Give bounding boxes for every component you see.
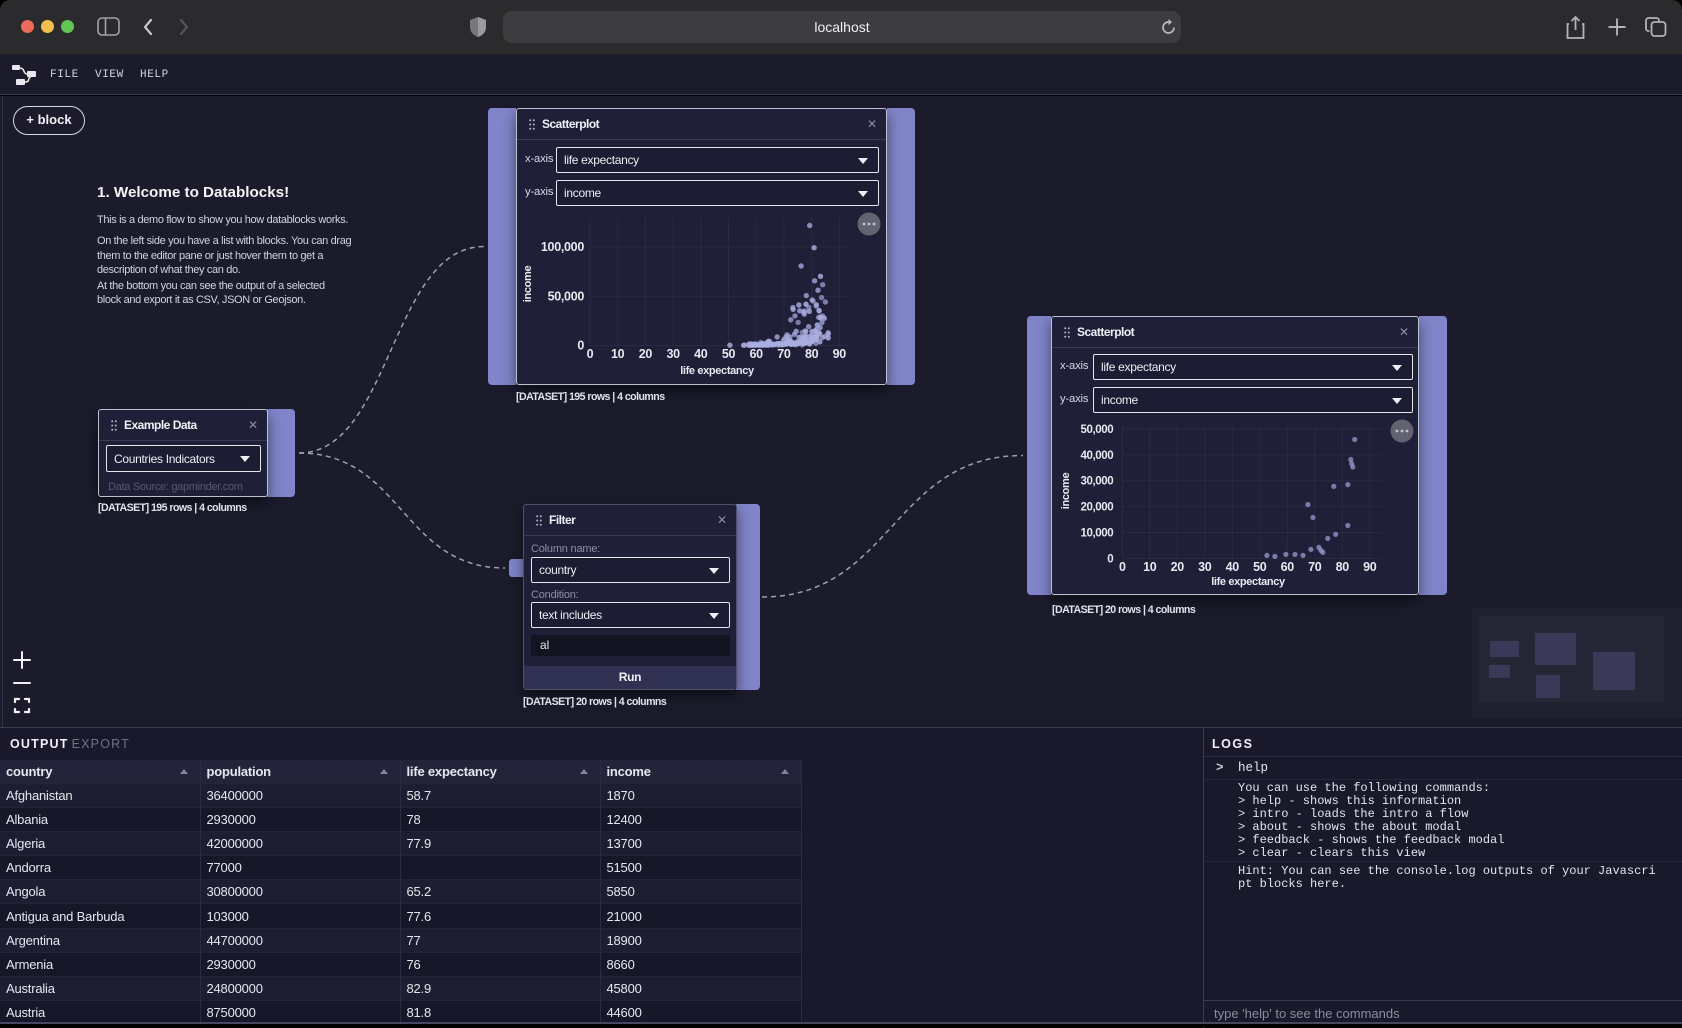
svg-text:30: 30 — [1198, 560, 1212, 574]
svg-text:40,000: 40,000 — [1081, 450, 1114, 462]
svg-text:70: 70 — [1308, 560, 1322, 574]
svg-text:60: 60 — [750, 347, 764, 361]
svg-text:20,000: 20,000 — [1081, 502, 1114, 514]
svg-text:40: 40 — [694, 347, 708, 361]
svg-text:20: 20 — [639, 347, 653, 361]
svg-text:life expectancy: life expectancy — [680, 365, 755, 377]
svg-text:50,000: 50,000 — [1081, 424, 1114, 436]
svg-text:80: 80 — [805, 347, 819, 361]
svg-text:100,000: 100,000 — [541, 240, 584, 254]
svg-text:0: 0 — [587, 347, 594, 361]
svg-text:80: 80 — [1336, 560, 1350, 574]
svg-text:10: 10 — [1143, 560, 1157, 574]
svg-text:30,000: 30,000 — [1081, 476, 1114, 488]
svg-text:10: 10 — [611, 347, 625, 361]
svg-text:10,000: 10,000 — [1081, 528, 1114, 540]
svg-text:50: 50 — [722, 347, 736, 361]
svg-text:income: income — [522, 266, 534, 303]
svg-text:0: 0 — [1119, 560, 1126, 574]
svg-text:70: 70 — [777, 347, 791, 361]
svg-text:90: 90 — [1363, 560, 1377, 574]
svg-text:30: 30 — [666, 347, 680, 361]
svg-text:income: income — [1060, 473, 1072, 510]
svg-text:life expectancy: life expectancy — [1211, 576, 1286, 588]
svg-text:50,000: 50,000 — [548, 290, 585, 304]
svg-text:50: 50 — [1253, 560, 1267, 574]
svg-text:20: 20 — [1171, 560, 1185, 574]
svg-text:0: 0 — [577, 339, 584, 353]
svg-text:0: 0 — [1107, 553, 1113, 565]
svg-text:60: 60 — [1281, 560, 1295, 574]
svg-text:90: 90 — [833, 347, 847, 361]
svg-text:40: 40 — [1226, 560, 1240, 574]
